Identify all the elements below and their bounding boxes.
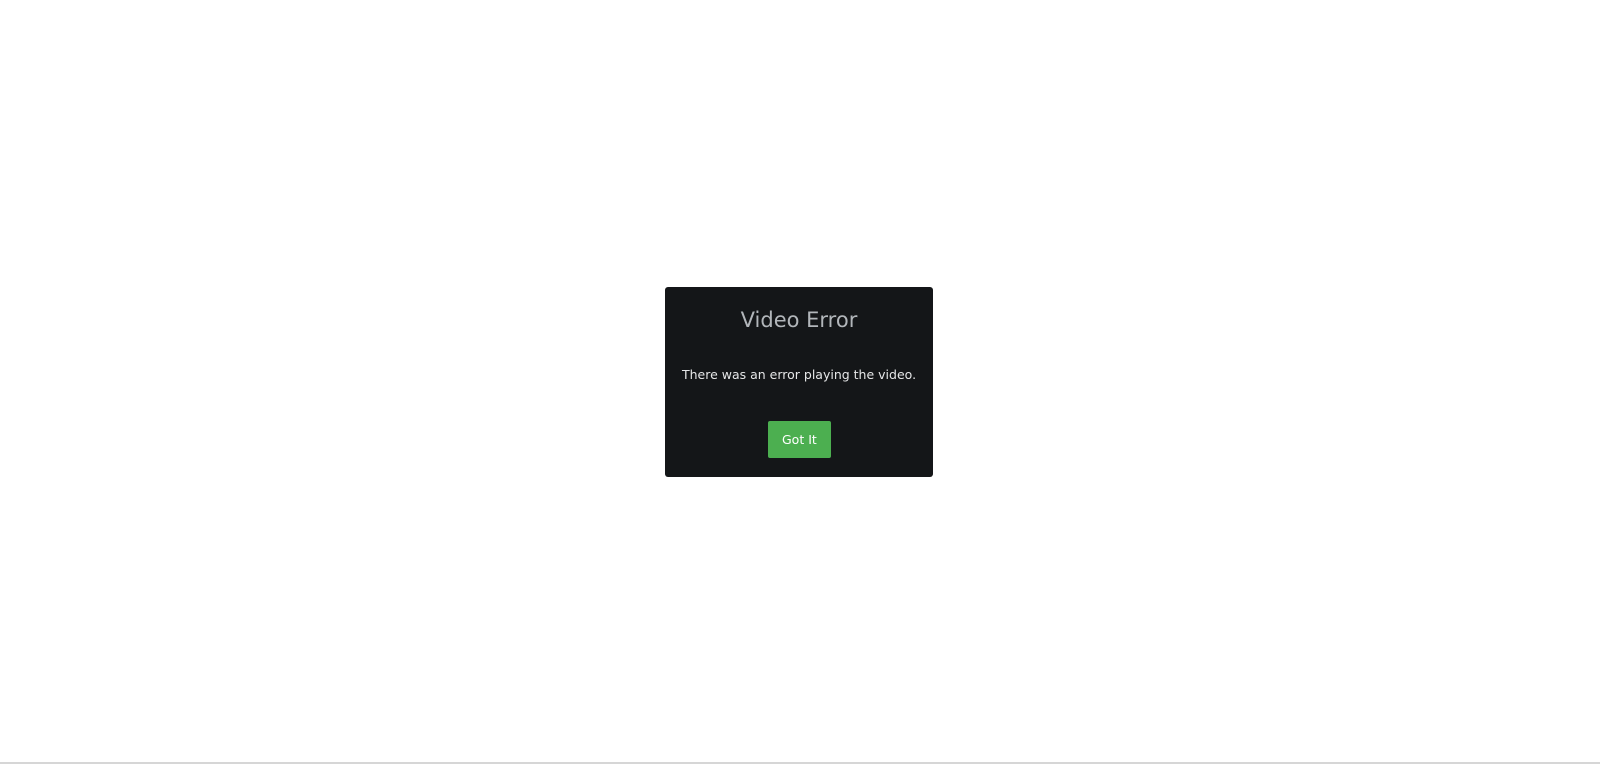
got-it-button[interactable]: Got It	[768, 421, 831, 458]
dialog-title: Video Error	[740, 308, 858, 332]
dialog-message: There was an error playing the video.	[681, 367, 917, 382]
page-background: Video Error There was an error playing t…	[0, 0, 1600, 764]
video-error-dialog: Video Error There was an error playing t…	[665, 287, 933, 477]
